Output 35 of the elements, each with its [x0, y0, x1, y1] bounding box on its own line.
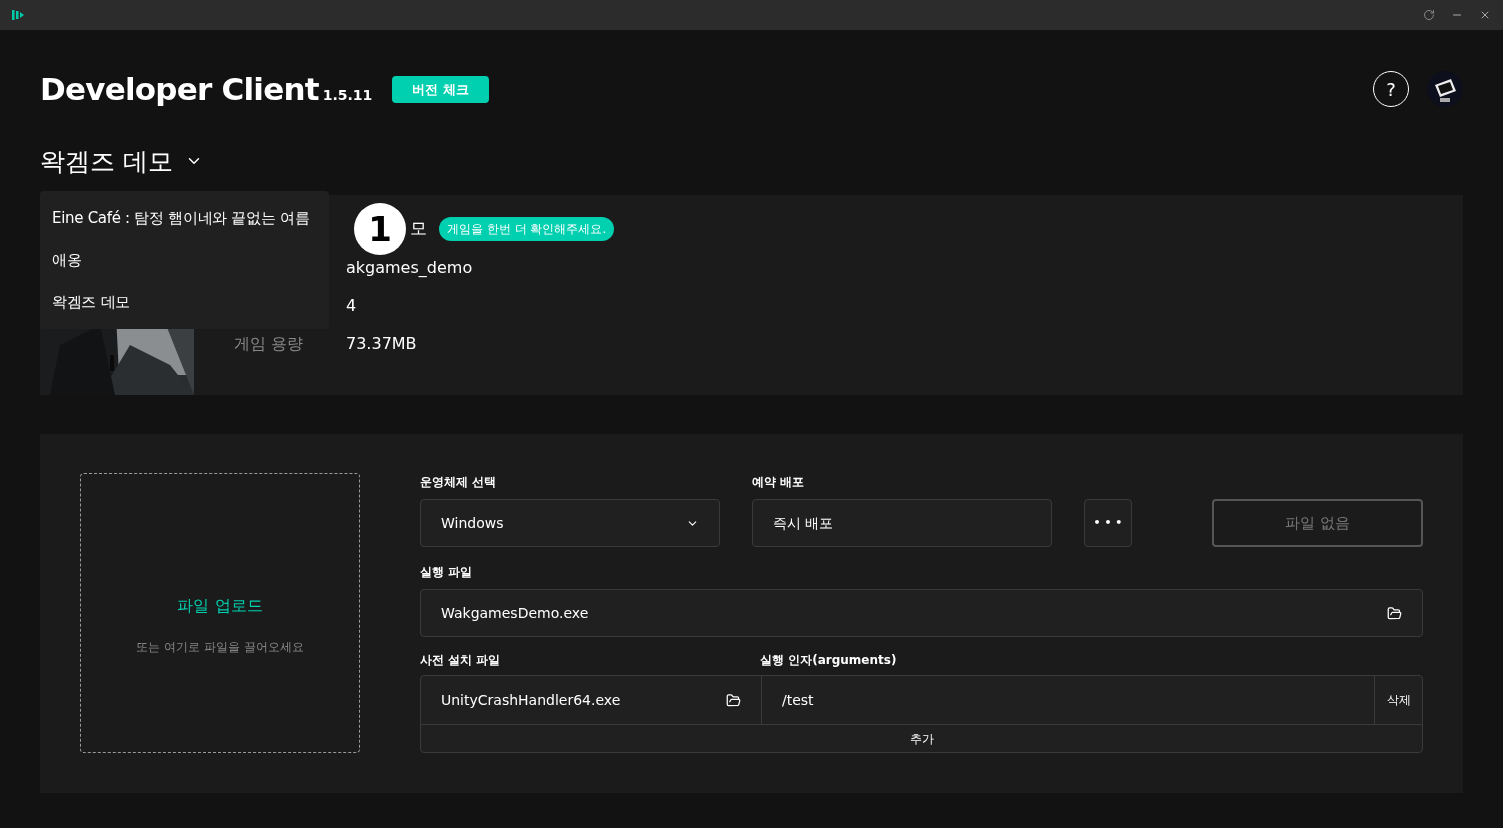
- upload-title: 파일 업로드: [177, 595, 263, 617]
- folder-icon[interactable]: [1387, 605, 1402, 621]
- avatar-icon[interactable]: [1427, 71, 1463, 108]
- dropdown-option[interactable]: 왁겜즈 데모: [40, 281, 322, 323]
- info-value: 73.37MB: [346, 333, 417, 355]
- dropdown-option[interactable]: 애옹: [40, 239, 322, 281]
- field-label: 실행 인자(arguments): [760, 652, 897, 669]
- app-logo-icon: [12, 10, 24, 20]
- step-badge: 1: [354, 203, 406, 255]
- version-number: 1.5.11: [322, 85, 373, 105]
- project-selector[interactable]: 왁겜즈 데모: [40, 142, 173, 180]
- field-label: 사전 설치 파일: [420, 652, 502, 669]
- executable-field[interactable]: WakgamesDemo.exe: [420, 589, 1423, 637]
- folder-icon[interactable]: [726, 692, 741, 708]
- upload-dropzone[interactable]: 파일 업로드 또는 여기로 파일을 끌어오세요: [80, 473, 360, 753]
- close-icon[interactable]: [1479, 9, 1491, 21]
- app-title: Developer Client: [40, 70, 319, 109]
- game-title: 모: [410, 217, 427, 241]
- info-value: 4: [346, 295, 357, 317]
- upload-subtitle: 또는 여기로 파일을 끌어오세요: [136, 639, 304, 656]
- field-label: 실행 파일: [420, 564, 474, 581]
- info-value: akgames_demo: [346, 257, 473, 279]
- more-button[interactable]: • • •: [1084, 499, 1132, 547]
- preinstall-file-field[interactable]: UnityCrashHandler64.exe: [421, 676, 762, 724]
- add-button[interactable]: 추가: [909, 732, 934, 745]
- hint-tooltip: 게임을 한번 더 확인해주세요.: [439, 217, 615, 241]
- arguments-field[interactable]: /test: [762, 676, 1375, 724]
- field-label: 운영체제 선택: [420, 474, 498, 491]
- dropdown-option[interactable]: Eine Café : 탐정 햄이네와 끝없는 여름: [40, 197, 322, 239]
- delete-button[interactable]: 삭제: [1375, 676, 1422, 724]
- field-label: 예약 배포: [752, 474, 806, 491]
- refresh-icon[interactable]: [1423, 9, 1435, 21]
- os-select[interactable]: Windows: [420, 499, 720, 547]
- info-label: 게임 용량: [234, 333, 305, 355]
- schedule-field[interactable]: 즉시 배포: [752, 499, 1052, 547]
